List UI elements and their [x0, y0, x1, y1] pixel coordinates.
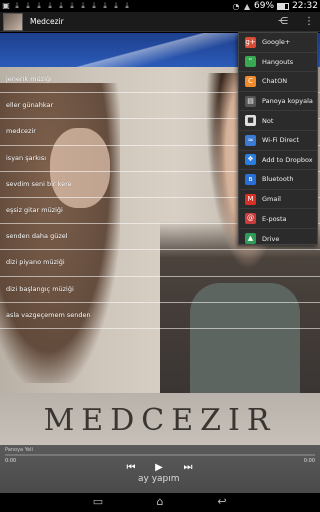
download-icon: ⤓ — [70, 1, 74, 10]
gmail-icon: M — [245, 193, 256, 205]
song-label: asla vazgeçemem senden — [6, 310, 91, 319]
download-icon: ⤓ — [103, 1, 107, 10]
share-icon[interactable]: ⋲ — [278, 16, 288, 28]
status-bar: ▣ ⤓ ⤓ ⤓ ⤓ ⤓ ⤓ ⤓ ⤓ ⤓ ⤓ ⤓ ◔ ▲ 69% 22:32 — [0, 0, 320, 12]
google-plus-icon: g+ — [245, 36, 256, 48]
menu-item-label: Bluetooth — [262, 175, 294, 184]
menu-item-gmail[interactable]: M Gmail — [239, 190, 317, 210]
progress-bar[interactable] — [5, 454, 315, 456]
drive-icon: ▲ — [245, 233, 256, 245]
song-label: isyan şarkısı — [6, 153, 47, 162]
menu-item-label: Not — [262, 116, 274, 125]
menu-item-dropbox[interactable]: ❖ Add to Dropbox — [239, 151, 317, 171]
overflow-menu-icon[interactable]: ⋮ — [304, 16, 314, 28]
clock: 22:32 — [292, 1, 318, 11]
home-icon[interactable]: ⌂ — [152, 495, 168, 509]
download-icon: ⤓ — [92, 1, 96, 10]
song-label: sevdim seni bir kere — [6, 179, 72, 188]
menu-item-email[interactable]: @ E-posta — [239, 209, 317, 229]
menu-item-google-plus[interactable]: g+ Google+ — [239, 33, 317, 53]
song-label: dizi piyano müziği — [6, 258, 65, 267]
menu-item-label: Google+ — [262, 38, 291, 47]
download-icon: ⤓ — [114, 1, 118, 10]
current-time: 0:00 — [5, 458, 17, 464]
song-label: senden daha güzel — [6, 232, 68, 241]
song-label: jenerik müziği — [6, 75, 52, 83]
download-icon: ⤓ — [59, 1, 63, 10]
dropbox-icon: ❖ — [245, 154, 256, 166]
app-title: Medcezir — [30, 17, 64, 26]
app-screen: ▣ ⤓ ⤓ ⤓ ⤓ ⤓ ⤓ ⤓ ⤓ ⤓ ⤓ ⤓ ◔ ▲ 69% 22:32 Me… — [0, 0, 320, 512]
menu-item-label: E-posta — [262, 214, 287, 223]
track-title: Panoya Yeli — [5, 447, 33, 453]
signal-icon: ▲ — [243, 1, 251, 11]
share-menu: g+ Google+ “ Hangouts C ChatON ▤ Panoya … — [238, 32, 318, 245]
menu-item-note[interactable]: ■ Not — [239, 111, 317, 131]
previous-icon[interactable]: ⏮ — [126, 461, 136, 475]
next-icon[interactable]: ⏭ — [183, 461, 193, 475]
menu-item-label: Gmail — [262, 195, 281, 204]
menu-item-chaton[interactable]: C ChatON — [239, 72, 317, 92]
menu-item-label: Wi-Fi Direct — [262, 136, 300, 145]
recent-apps-icon[interactable]: ▭ — [90, 495, 106, 509]
action-bar: Medcezir ⋲ ⋮ — [0, 12, 320, 32]
download-icon: ⤓ — [125, 1, 129, 10]
list-item[interactable]: asla vazgeçemem senden — [0, 303, 320, 329]
download-icon: ⤓ — [15, 1, 19, 10]
menu-item-label: Drive — [262, 234, 280, 243]
menu-item-label: Add to Dropbox — [262, 155, 313, 164]
media-player: Panoya Yeli 0:00 0:00 ⏮ ▶ ⏭ ay yapım — [0, 445, 320, 493]
series-logo: MEDCEZIR — [43, 403, 277, 438]
download-icon: ⤓ — [37, 1, 41, 10]
menu-item-clipboard[interactable]: ▤ Panoya kopyala — [239, 92, 317, 112]
note-icon: ■ — [245, 115, 256, 127]
battery-percent: 69% — [254, 1, 275, 11]
download-icon: ⤓ — [26, 1, 30, 10]
song-label: medcezir — [6, 127, 36, 136]
hangouts-icon: “ — [245, 56, 256, 68]
total-time: 0:00 — [303, 458, 315, 464]
back-icon[interactable]: ↩ — [214, 495, 230, 509]
song-label: eşsiz gitar müziği — [6, 205, 63, 214]
menu-item-bluetooth[interactable]: ʙ Bluetooth — [239, 170, 317, 190]
notification-icons: ▣ ⤓ ⤓ ⤓ ⤓ ⤓ ⤓ ⤓ ⤓ ⤓ ⤓ ⤓ — [2, 1, 131, 10]
studio-logo: ay yapım — [138, 474, 180, 484]
menu-item-wifi-direct[interactable]: ≈ Wi-Fi Direct — [239, 131, 317, 151]
song-label: dizi başlangıç müziği — [6, 284, 74, 293]
wifi-icon: ◔ — [232, 1, 240, 11]
song-label: eller günahkar — [6, 101, 54, 110]
menu-item-label: Hangouts — [262, 57, 294, 66]
battery-icon — [277, 2, 290, 10]
menu-item-label: Panoya kopyala — [262, 97, 313, 106]
title-logo-band: MEDCEZIR — [0, 393, 320, 445]
status-right: ◔ ▲ 69% 22:32 — [232, 0, 318, 12]
chaton-icon: C — [245, 75, 256, 87]
list-item[interactable]: dizi başlangıç müziği — [0, 277, 320, 303]
menu-item-drive[interactable]: ▲ Drive — [239, 229, 317, 249]
clipboard-icon: ▤ — [245, 95, 256, 107]
download-icon: ⤓ — [48, 1, 52, 10]
wifi-direct-icon: ≈ — [245, 134, 256, 146]
navigation-bar: ▭ ⌂ ↩ — [0, 493, 320, 512]
gallery-notification-icon: ▣ — [2, 1, 10, 10]
play-icon[interactable]: ▶ — [153, 461, 165, 475]
menu-item-hangouts[interactable]: “ Hangouts — [239, 53, 317, 73]
email-icon: @ — [245, 213, 256, 225]
bluetooth-icon: ʙ — [245, 173, 256, 185]
download-icon: ⤓ — [81, 1, 85, 10]
app-icon[interactable] — [3, 13, 23, 31]
list-item[interactable]: dizi piyano müziği — [0, 250, 320, 277]
menu-item-label: ChatON — [262, 77, 288, 86]
battery-fill — [278, 3, 285, 9]
